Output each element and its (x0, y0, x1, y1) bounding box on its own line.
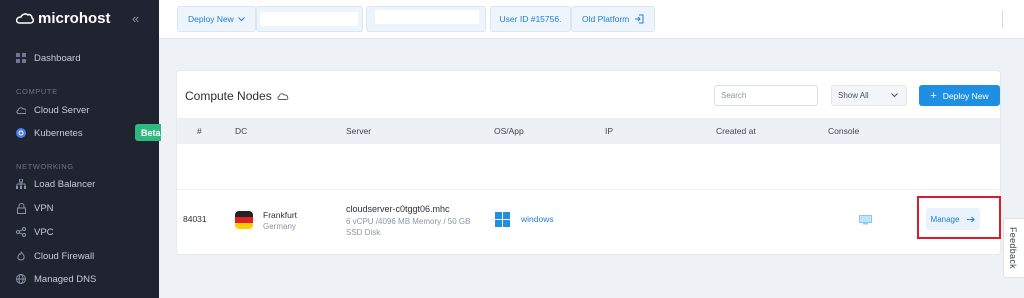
table-header: # DC Server OS/App IP Created at Console (177, 118, 1000, 144)
share-nodes-icon (16, 227, 26, 237)
server-spec-line1: 6 vCPU /4096 MB Memory / 50 GB (346, 217, 471, 226)
chevron-down-icon (891, 93, 898, 98)
column-header-created-at: Created at (716, 126, 756, 136)
collapse-sidebar-icon[interactable]: « (132, 11, 139, 26)
empty-table-row (177, 144, 1000, 190)
topbar-field-2[interactable] (366, 6, 486, 32)
cloud-icon (16, 105, 26, 115)
sidebar-item-label: VPC (34, 226, 54, 238)
sidebar-item-managed-dns[interactable]: Managed DNS (16, 272, 96, 286)
topbar-divider (1002, 10, 1003, 28)
sidebar-item-kubernetes[interactable]: Kubernetes (16, 126, 83, 140)
sidebar-item-label: Load Balancer (34, 178, 96, 190)
sidebar-item-cloud-firewall[interactable]: Cloud Firewall (16, 249, 94, 263)
user-id-badge: User ID #15756. (490, 6, 571, 32)
compute-nodes-card: Compute Nodes Search Show All + Deploy N… (177, 71, 1000, 254)
show-all-select[interactable]: Show All (831, 85, 907, 106)
column-header-id: # (197, 126, 202, 136)
cloud-logo-icon (16, 13, 34, 24)
console-monitor-icon[interactable] (859, 215, 872, 225)
brand-name: microhost (38, 10, 111, 27)
column-header-ip: IP (605, 126, 614, 136)
lock-icon (16, 202, 26, 214)
brand-logo[interactable]: microhost (16, 10, 111, 27)
server-name[interactable]: cloudserver-c0tggt06.mhc (346, 204, 450, 214)
dc-city: Frankfurt (263, 210, 298, 220)
globe-icon (16, 274, 26, 284)
topbar-field-1[interactable] (256, 6, 363, 32)
sidebar-item-vpc[interactable]: VPC (16, 225, 54, 239)
topbar-field-2-input[interactable] (375, 10, 479, 24)
sidebar: microhost « Dashboard COMPUTE Cloud Serv… (0, 0, 161, 298)
deploy-new-button[interactable]: + Deploy New (919, 85, 1000, 106)
top-bar: Deploy New User ID #15756. Old Platform (159, 0, 1024, 39)
old-platform-button[interactable]: Old Platform (571, 6, 655, 32)
load-balancer-icon (16, 179, 26, 189)
column-header-os-app: OS/App (494, 126, 524, 136)
firewall-icon (16, 250, 26, 261)
sidebar-item-label: Kubernetes (34, 127, 83, 139)
sidebar-item-dashboard[interactable]: Dashboard (16, 51, 80, 65)
sidebar-item-label: VPN (34, 202, 54, 214)
sidebar-item-label: Cloud Server (34, 104, 90, 116)
user-id-text: User ID #15756. (499, 14, 562, 24)
section-compute: COMPUTE (16, 87, 58, 96)
topbar-field-1-input[interactable] (260, 12, 358, 26)
deploy-new-button-label: Deploy New (942, 90, 989, 101)
deploy-new-label: Deploy New (188, 14, 234, 24)
column-header-dc: DC (235, 126, 248, 136)
dashboard-icon (16, 53, 26, 63)
cloud-icon (277, 93, 289, 100)
old-platform-label: Old Platform (582, 14, 630, 24)
os-name: windows (521, 214, 554, 224)
kubernetes-icon (16, 128, 26, 138)
deploy-new-dropdown[interactable]: Deploy New (177, 6, 256, 32)
show-all-value: Show All (838, 91, 869, 100)
beta-badge: Beta (135, 124, 161, 141)
section-networking: NETWORKING (16, 162, 74, 171)
chevron-down-icon (237, 16, 245, 21)
dc-country: Germany (263, 222, 296, 231)
column-header-server: Server (346, 126, 372, 136)
plus-icon: + (930, 89, 937, 102)
highlight-box (917, 196, 1001, 239)
card-title: Compute Nodes (185, 89, 289, 103)
sidebar-item-cloud-server[interactable]: Cloud Server (16, 103, 89, 117)
germany-flag-icon (235, 211, 253, 229)
sidebar-item-label: Cloud Firewall (34, 250, 95, 262)
sidebar-item-vpn[interactable]: VPN (16, 201, 54, 215)
sidebar-item-label: Managed DNS (34, 273, 97, 285)
sidebar-item-load-balancer[interactable]: Load Balancer (16, 177, 95, 191)
card-title-text: Compute Nodes (185, 89, 272, 103)
search-input[interactable]: Search (714, 85, 818, 106)
server-spec-line2: SSD Disk (346, 228, 381, 237)
column-header-console: Console (828, 126, 860, 136)
sidebar-item-label: Dashboard (34, 52, 81, 64)
feedback-label: Feedback (1008, 227, 1018, 269)
table-row[interactable]: 84031 Frankfurt Germany cloudserver-c0tg… (177, 192, 1000, 247)
feedback-tab[interactable]: Feedback (1003, 218, 1024, 278)
windows-logo-icon (495, 212, 510, 227)
node-id: 84031 (183, 214, 207, 224)
sign-in-icon (635, 14, 644, 24)
